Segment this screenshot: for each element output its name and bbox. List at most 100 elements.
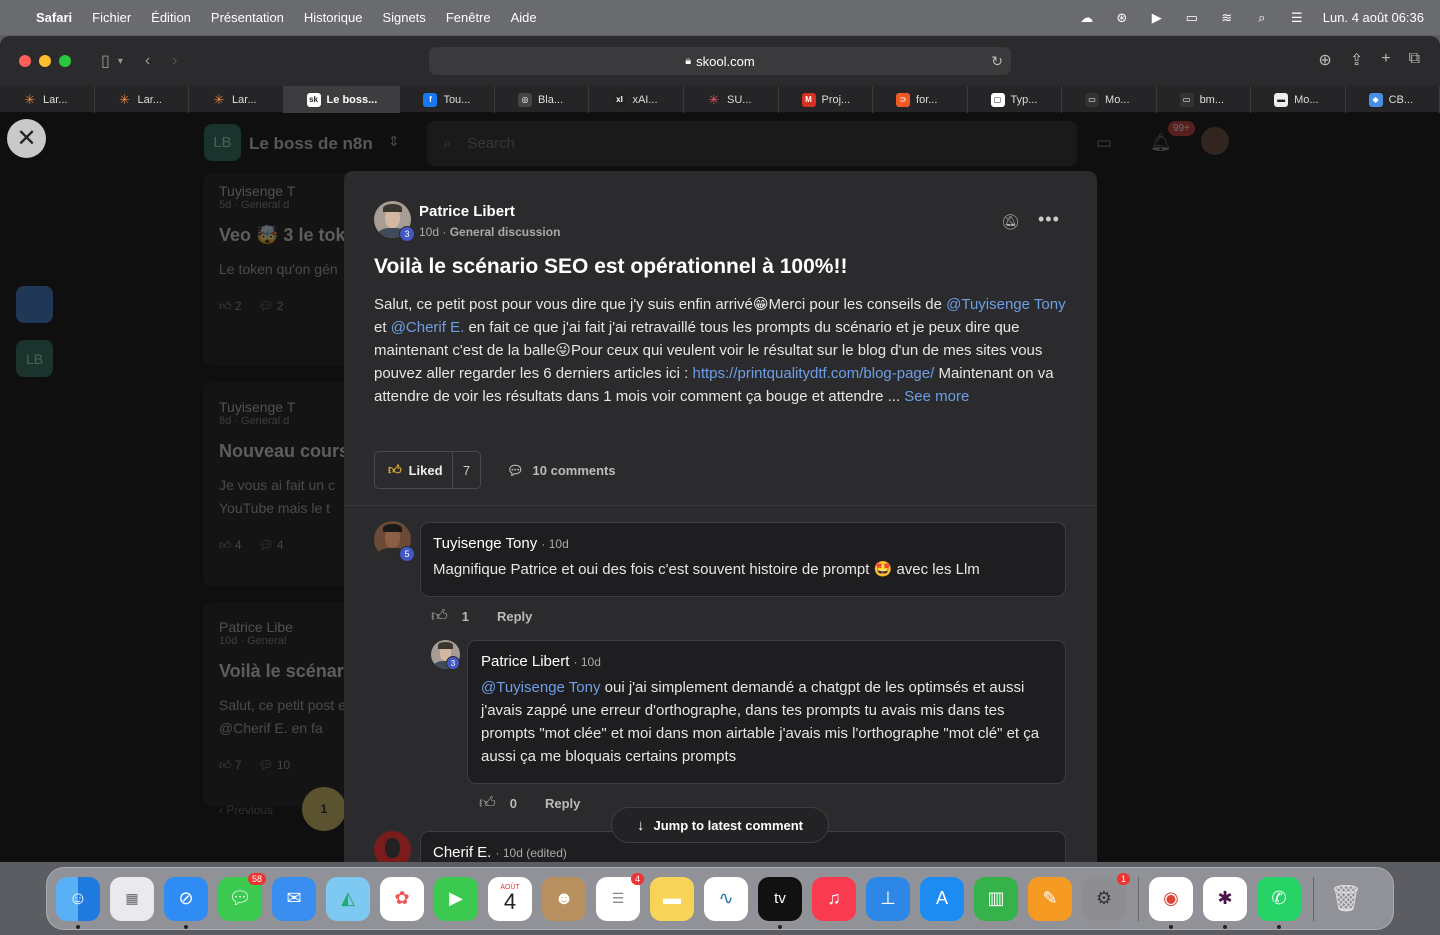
- mute-notifications-icon[interactable]: 🔕︎: [1001, 213, 1020, 231]
- group-icon-cat[interactable]: [16, 286, 53, 323]
- browser-tab[interactable]: ▭ bm...: [1157, 86, 1252, 113]
- control-center-icon[interactable]: ☰: [1288, 10, 1306, 25]
- freeform-icon[interactable]: ∿: [704, 876, 748, 921]
- notes-icon[interactable]: ▬: [650, 876, 694, 921]
- commenter-avatar[interactable]: [374, 831, 411, 862]
- comment-author[interactable]: Tuyisenge Tony · 10d: [433, 535, 569, 552]
- browser-tab[interactable]: ✳ SU...: [684, 86, 779, 113]
- menu-app-name[interactable]: Safari: [36, 10, 72, 25]
- browser-tab[interactable]: ✳ Lar...: [95, 86, 190, 113]
- whatsapp-icon[interactable]: ✆: [1257, 876, 1301, 929]
- thumbs-up-icon[interactable]: 👍︎: [479, 794, 496, 813]
- like-count[interactable]: 7: [453, 463, 480, 478]
- openai-icon[interactable]: ⊛: [1113, 10, 1131, 25]
- jump-to-latest-button[interactable]: ↓ Jump to latest comment: [611, 807, 829, 843]
- search-input[interactable]: ⌕ Search: [427, 121, 1077, 166]
- browser-tab[interactable]: ▬ Mo...: [1251, 86, 1346, 113]
- group-name[interactable]: Le boss de n8n: [249, 134, 373, 154]
- close-modal-icon[interactable]: ✕: [7, 119, 46, 158]
- browser-tab[interactable]: ◆ CB...: [1346, 86, 1440, 113]
- thumbs-up-icon[interactable]: 👍︎: [431, 607, 448, 626]
- search-icon[interactable]: ⌕: [1253, 10, 1271, 25]
- finder-icon[interactable]: ☺: [56, 876, 100, 929]
- play-circle-icon[interactable]: ▶: [1148, 10, 1166, 25]
- calendar-icon[interactable]: AOÛT 4: [488, 876, 532, 921]
- browser-tab[interactable]: f Tou...: [400, 86, 495, 113]
- battery-icon[interactable]: ▭: [1183, 10, 1201, 25]
- browser-tab[interactable]: M Proj...: [779, 86, 874, 113]
- post-author[interactable]: Patrice Libert: [419, 203, 515, 220]
- comment-author[interactable]: Cherif E. · 10d (edited): [433, 844, 567, 861]
- reload-icon[interactable]: ↻: [991, 53, 1003, 70]
- launchpad-icon[interactable]: ▦: [110, 876, 154, 921]
- notifications-icon[interactable]: 🔔︎: [1150, 133, 1172, 153]
- mention-link[interactable]: @Tuyisenge Tony: [481, 679, 600, 696]
- menu-signets[interactable]: Signets: [382, 10, 425, 25]
- menu-clock[interactable]: Lun. 4 août 06:36: [1323, 10, 1424, 25]
- menu-historique[interactable]: Historique: [304, 10, 363, 25]
- forward-icon[interactable]: ›: [172, 52, 177, 70]
- mail-icon[interactable]: ✉: [272, 876, 316, 921]
- contacts-icon[interactable]: ☻: [542, 876, 586, 921]
- page-number-button[interactable]: 1: [302, 787, 346, 831]
- back-icon[interactable]: ‹: [145, 52, 150, 70]
- download-icon[interactable]: ⊕: [1318, 50, 1331, 70]
- browser-tab[interactable]: ✳ Lar...: [0, 86, 95, 113]
- post-category[interactable]: General discussion: [450, 225, 561, 239]
- system-settings-icon[interactable]: ⚙ 1: [1082, 872, 1130, 921]
- browser-tab[interactable]: ◎ Bla...: [495, 86, 590, 113]
- apple-tv-icon[interactable]: tv: [758, 876, 802, 929]
- close-window-button[interactable]: [19, 55, 31, 67]
- menu-aide[interactable]: Aide: [511, 10, 537, 25]
- browser-tab[interactable]: ▭ Mo...: [1062, 86, 1157, 113]
- group-logo[interactable]: LB: [204, 124, 241, 161]
- browser-tab[interactable]: sk Le boss...: [283, 86, 401, 113]
- photos-icon[interactable]: ✿: [380, 876, 424, 921]
- more-options-icon[interactable]: •••: [1038, 209, 1060, 230]
- comment-author[interactable]: Patrice Libert · 10d: [481, 653, 601, 670]
- maps-icon[interactable]: ◭: [326, 876, 370, 921]
- new-tab-icon[interactable]: +: [1381, 50, 1390, 70]
- mention-link[interactable]: @Tuyisenge Tony: [946, 296, 1065, 313]
- previous-page-link[interactable]: ‹ Previous: [219, 803, 273, 817]
- pages-icon[interactable]: ✎: [1028, 876, 1072, 921]
- chevron-down-icon[interactable]: ▾: [118, 56, 123, 67]
- user-avatar[interactable]: [1201, 127, 1229, 155]
- browser-tab[interactable]: ⊃ for...: [873, 86, 968, 113]
- browser-tab[interactable]: ▢ Typ...: [968, 86, 1063, 113]
- menu-fenetre[interactable]: Fenêtre: [446, 10, 491, 25]
- safari-icon[interactable]: ⊘: [164, 876, 208, 929]
- reminders-icon[interactable]: ☰ 4: [596, 872, 644, 921]
- chrome-icon[interactable]: ◉: [1149, 876, 1193, 929]
- trash-icon[interactable]: 🗑︎: [1324, 877, 1368, 921]
- group-icon-lb[interactable]: LB: [16, 340, 53, 377]
- group-switch-icon[interactable]: ⇕: [388, 133, 400, 150]
- browser-tab[interactable]: xI xAI...: [589, 86, 684, 113]
- menu-edition[interactable]: Édition: [151, 10, 191, 25]
- chat-icon[interactable]: ▭: [1096, 133, 1112, 153]
- music-icon[interactable]: ♫: [812, 876, 856, 921]
- mention-link[interactable]: @Cherif E.: [391, 319, 465, 336]
- share-icon[interactable]: ⇪: [1350, 50, 1363, 70]
- keynote-icon[interactable]: ⊥: [866, 876, 910, 921]
- reply-button[interactable]: Reply: [497, 609, 532, 624]
- address-bar[interactable]: 🔒︎ skool.com ↻: [429, 47, 1011, 75]
- tab-overview-icon[interactable]: ⧉: [1409, 50, 1420, 70]
- menu-presentation[interactable]: Présentation: [211, 10, 284, 25]
- sidebar-toggle-icon[interactable]: ▯: [101, 51, 110, 71]
- browser-tab[interactable]: ✳ Lar...: [189, 86, 284, 113]
- cloud-sync-icon[interactable]: ☁: [1078, 10, 1096, 25]
- menu-fichier[interactable]: Fichier: [92, 10, 131, 25]
- see-more-link[interactable]: See more: [904, 388, 969, 405]
- comments-count-button[interactable]: 💬︎ 10 comments: [507, 463, 616, 479]
- app-store-icon[interactable]: A: [920, 876, 964, 921]
- minimize-window-button[interactable]: [39, 55, 51, 67]
- numbers-icon[interactable]: ▥: [974, 876, 1018, 921]
- blog-link[interactable]: https://printqualitydtf.com/blog-page/: [692, 365, 934, 382]
- messages-icon[interactable]: 💬︎ 58: [218, 872, 266, 921]
- wifi-icon[interactable]: ≋: [1218, 10, 1236, 25]
- slack-icon[interactable]: ✱: [1203, 876, 1247, 929]
- like-button[interactable]: 👍︎ Liked 7: [374, 451, 481, 489]
- reply-button[interactable]: Reply: [545, 796, 580, 811]
- facetime-icon[interactable]: ▶: [434, 876, 478, 921]
